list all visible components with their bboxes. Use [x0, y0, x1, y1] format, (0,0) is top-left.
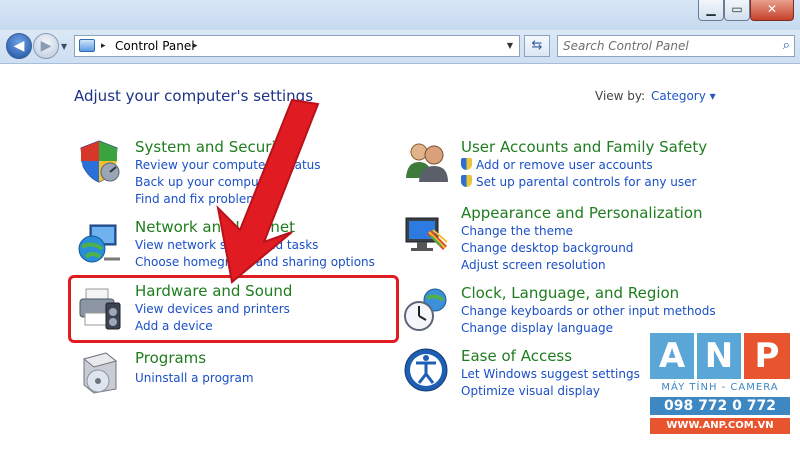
search-placeholder: Search Control Panel — [563, 39, 689, 53]
category-link[interactable]: Choose homegroup and sharing options — [135, 254, 375, 271]
minimize-button[interactable]: ▁ — [698, 0, 724, 21]
users-icon[interactable] — [403, 138, 449, 184]
category-title[interactable]: System and Security — [135, 138, 321, 157]
maximize-button[interactable]: ▭ — [724, 0, 750, 21]
search-input[interactable]: Search Control Panel ⌕ — [557, 35, 795, 57]
category-system-and-security: System and Security Review your computer… — [135, 138, 321, 208]
breadcrumb-control-panel[interactable]: Control Panel — [115, 36, 195, 56]
category-link[interactable]: Set up parental controls for any user — [461, 174, 707, 191]
anp-logo: A N P MÁY TÍNH - CAMERA 098 772 0 772 WW… — [650, 333, 790, 438]
refresh-icon: ⇆ — [531, 38, 543, 53]
appearance-monitor-icon[interactable] — [403, 212, 449, 258]
category-link[interactable]: Change keyboards or other input methods — [461, 303, 716, 320]
recent-pages-dropdown-icon[interactable]: ▼ — [61, 42, 67, 51]
view-by-label: View by: — [595, 89, 646, 103]
category-user-accounts: User Accounts and Family Safety Add or r… — [461, 138, 707, 191]
category-title[interactable]: Programs — [135, 349, 254, 368]
category-link[interactable]: Back up your computer — [135, 174, 321, 191]
logo-letter: N — [697, 333, 741, 379]
control-panel-icon — [79, 39, 95, 52]
category-title[interactable]: Clock, Language, and Region — [461, 284, 716, 303]
category-link[interactable]: Adjust screen resolution — [461, 257, 703, 274]
category-title[interactable]: Ease of Access — [461, 347, 640, 366]
forward-button[interactable]: ▶ — [33, 33, 59, 59]
category-link[interactable]: Change the theme — [461, 223, 703, 240]
category-link[interactable]: Review your computer's status — [135, 157, 321, 174]
breadcrumb-separator-icon[interactable]: ▸ — [193, 36, 198, 56]
category-ease-of-access: Ease of Access Let Windows suggest setti… — [461, 347, 640, 400]
category-link[interactable]: Uninstall a program — [135, 370, 254, 387]
page-title: Adjust your computer's settings — [74, 87, 314, 105]
logo-letter: A — [650, 333, 694, 379]
logo-letter: P — [744, 333, 790, 379]
clock-globe-icon[interactable] — [403, 286, 449, 332]
address-dropdown-icon[interactable]: ▼ — [507, 36, 513, 56]
highlight-box — [68, 275, 399, 343]
category-programs: Programs Uninstall a program — [135, 349, 254, 387]
logo-phone: 098 772 0 772 — [650, 397, 790, 415]
category-appearance: Appearance and Personalization Change th… — [461, 204, 703, 274]
category-link[interactable]: Add or remove user accounts — [461, 157, 707, 174]
category-title[interactable]: Network and Internet — [135, 218, 375, 237]
logo-subtitle: MÁY TÍNH - CAMERA — [661, 382, 779, 393]
programs-icon[interactable] — [76, 349, 122, 395]
refresh-button[interactable]: ⇆ — [524, 35, 550, 57]
network-globe-icon[interactable] — [76, 219, 122, 265]
address-bar[interactable]: ▸ Control Panel ▸ ▼ — [74, 35, 520, 57]
category-title[interactable]: User Accounts and Family Safety — [461, 138, 707, 157]
close-button[interactable]: ✕ — [750, 0, 794, 21]
category-clock-language-region: Clock, Language, and Region Change keybo… — [461, 284, 716, 337]
category-link[interactable]: Optimize visual display — [461, 383, 640, 400]
category-title[interactable]: Appearance and Personalization — [461, 204, 703, 223]
category-link[interactable]: Change desktop background — [461, 240, 703, 257]
category-link[interactable]: Let Windows suggest settings — [461, 366, 640, 383]
forward-arrow-icon: ▶ — [40, 38, 52, 54]
category-network-and-internet: Network and Internet View network status… — [135, 218, 375, 271]
title-bar: ▁ ▭ ✕ — [0, 0, 800, 30]
view-by-dropdown[interactable]: Category ▾ — [651, 89, 716, 103]
category-link[interactable]: Find and fix problems — [135, 191, 321, 208]
shield-icon[interactable] — [76, 138, 122, 184]
category-link[interactable]: View network status and tasks — [135, 237, 375, 254]
back-button[interactable]: ◀ — [6, 33, 32, 59]
search-icon[interactable]: ⌕ — [783, 36, 790, 56]
back-arrow-icon: ◀ — [13, 38, 25, 54]
logo-website: WWW.ANP.COM.VN — [650, 418, 790, 434]
address-toolbar: ◀ ▶ ▼ ▸ Control Panel ▸ ▼ ⇆ Search Contr… — [0, 30, 800, 64]
breadcrumb-separator-icon[interactable]: ▸ — [101, 36, 106, 56]
ease-of-access-icon[interactable] — [403, 347, 449, 393]
